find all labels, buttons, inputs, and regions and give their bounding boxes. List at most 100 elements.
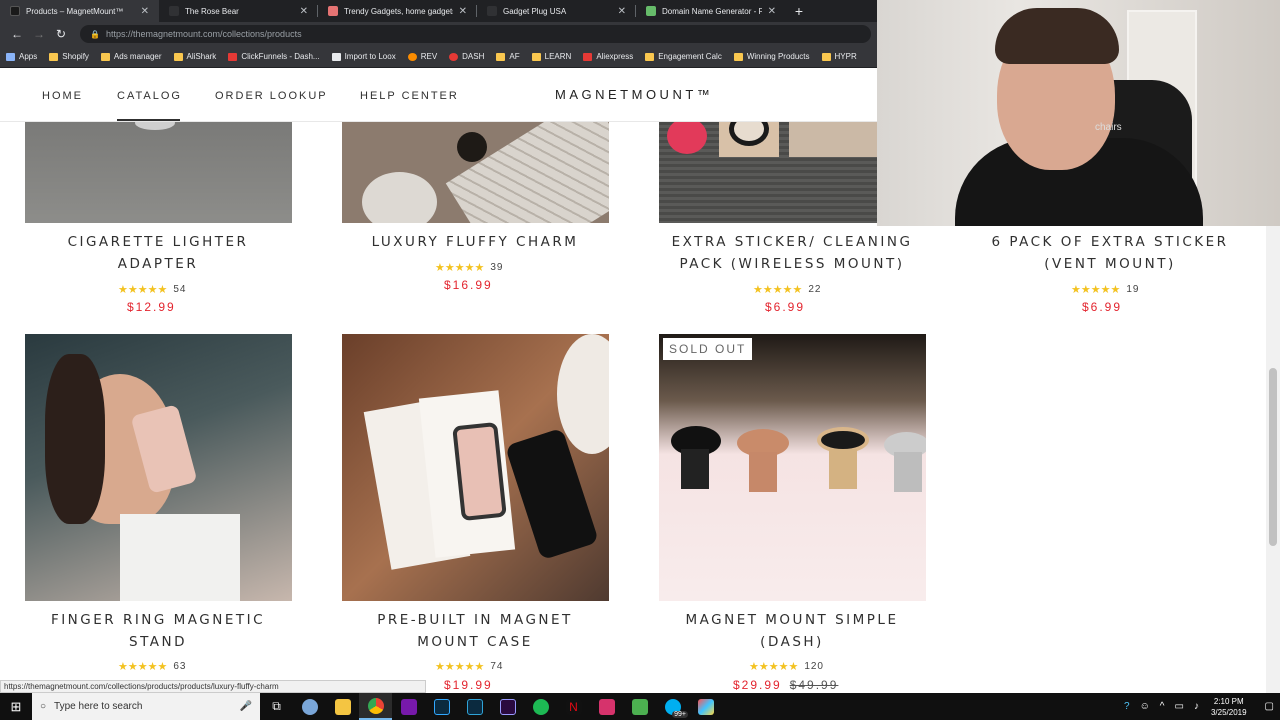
windows-start-icon[interactable]: ⊞ <box>0 693 32 720</box>
url-text: https://themagnetmount.com/collections/p… <box>105 29 302 39</box>
webcam-overlay: chairs <box>877 0 1280 226</box>
task-view-icon[interactable]: ⧉ <box>260 693 293 720</box>
netflix-icon[interactable]: N <box>557 693 590 720</box>
product-price: $16.99 <box>444 278 493 292</box>
compare-price: $49.99 <box>789 678 839 692</box>
close-icon[interactable]: ✕ <box>618 6 626 17</box>
bookmark-aliexpress[interactable]: Aliexpress <box>583 52 633 61</box>
star-rating-icon: ★★★★★ <box>753 284 803 296</box>
tab-gadget-plug[interactable]: Gadget Plug USA ✕ <box>477 0 636 22</box>
product-rating: ★★★★★ 39 <box>435 261 503 274</box>
bookmark-af[interactable]: AF <box>496 52 520 61</box>
favicon-icon <box>10 6 20 16</box>
nav-help-center[interactable]: HELP CENTER <box>360 90 459 102</box>
onenote-icon[interactable] <box>392 693 425 720</box>
bookmark-clickfunnels[interactable]: ClickFunnels - Dash... <box>228 52 320 61</box>
bookmark-hypr[interactable]: HYPR <box>821 52 857 61</box>
close-icon[interactable]: ✕ <box>768 6 776 17</box>
people-icon[interactable]: ☺ <box>1140 701 1150 712</box>
nav-order-lookup[interactable]: ORDER LOOKUP <box>215 90 328 102</box>
browser-tab-strip: Products – MagnetMount™ ✕ The Rose Bear … <box>0 0 877 22</box>
sold-out-badge: SOLD OUT <box>663 338 753 360</box>
new-tab-button[interactable]: + <box>786 0 812 22</box>
bookmarks-bar: Apps Shopify Ads manager AliShark ClickF… <box>0 46 877 68</box>
bookmark-winning-products[interactable]: Winning Products <box>733 52 810 61</box>
address-bar[interactable]: 🔒 https://themagnetmount.com/collections… <box>80 25 871 43</box>
taskbar-clock[interactable]: 2:10 PM 3/25/2019 <box>1211 696 1247 718</box>
skype-icon[interactable]: 99+ <box>656 693 689 720</box>
tab-trendy-gadgets[interactable]: Trendy Gadgets, home gadgets, I ✕ <box>318 0 477 22</box>
app-icon-1[interactable] <box>293 693 326 720</box>
volume-icon[interactable]: ♪ <box>1194 701 1199 712</box>
reload-icon[interactable]: ↻ <box>50 27 72 41</box>
bookmark-rev[interactable]: REV <box>407 52 437 61</box>
bookmark-import-loox[interactable]: Import to Loox <box>331 52 396 61</box>
favicon-icon <box>169 6 179 16</box>
taskbar-search[interactable]: ○ Type here to search 🎤 <box>32 693 260 720</box>
chrome-icon[interactable] <box>359 693 392 720</box>
network-icon[interactable]: ▭ <box>1175 701 1184 712</box>
product-title-fluffy-charm[interactable]: LUXURY FLUFFY CHARM <box>325 231 625 253</box>
microphone-icon[interactable]: 🎤 <box>240 701 252 712</box>
product-price: $29.99 $49.99 <box>733 678 838 692</box>
nav-catalog[interactable]: CATALOG <box>117 90 182 102</box>
folder-icon <box>496 52 506 61</box>
spotify-icon[interactable] <box>524 693 557 720</box>
product-title-magnet-mount-case[interactable]: PRE-BUILT IN MAGNET MOUNT CASE <box>325 609 625 653</box>
app-icon-green[interactable] <box>623 693 656 720</box>
help-icon[interactable]: ? <box>1124 701 1130 712</box>
tab-rose-bear[interactable]: The Rose Bear ✕ <box>159 0 318 22</box>
site-logo[interactable]: MAGNETMOUNT™ <box>555 87 713 102</box>
bookmark-apps[interactable]: Apps <box>6 52 37 61</box>
product-rating: ★★★★★ 19 <box>1071 283 1139 296</box>
product-price: $6.99 <box>1082 300 1123 314</box>
app-icon-colorful[interactable] <box>689 693 722 720</box>
system-tray: ? ☺ ^ ▭ ♪ 2:10 PM 3/25/2019 ▢ <box>1114 696 1280 718</box>
product-image-fluffy-charm[interactable] <box>342 122 609 223</box>
chevron-up-icon[interactable]: ^ <box>1160 701 1165 712</box>
product-title-magnet-mount-simple[interactable]: MAGNET MOUNT SIMPLE (DASH) <box>642 609 942 653</box>
notifications-icon[interactable]: ▢ <box>1265 701 1274 712</box>
tab-products[interactable]: Products – MagnetMount™ ✕ <box>0 0 159 22</box>
product-image-magnet-mount-case[interactable] <box>342 334 609 601</box>
tab-domain-generator[interactable]: Domain Name Generator - Find ✕ <box>636 0 786 22</box>
folder-icon <box>100 52 110 61</box>
lock-icon: 🔒 <box>90 29 100 39</box>
forward-arrow-icon[interactable]: → <box>28 27 50 41</box>
aliexpress-icon <box>583 52 593 61</box>
scrollbar-thumb[interactable] <box>1269 368 1277 546</box>
zoom-app-icon[interactable] <box>590 693 623 720</box>
star-rating-icon: ★★★★★ <box>118 661 168 673</box>
close-icon[interactable]: ✕ <box>459 6 467 17</box>
file-explorer-icon[interactable] <box>326 693 359 720</box>
product-image-magnet-mount-simple[interactable] <box>659 334 926 601</box>
clickfunnels-icon <box>228 52 238 61</box>
premiere-icon[interactable] <box>491 693 524 720</box>
product-title-6-pack-sticker[interactable]: 6 PACK OF EXTRA STICKER (VENT MOUNT) <box>960 231 1260 275</box>
product-rating: ★★★★★ 63 <box>118 660 186 673</box>
bookmark-engagement-calc[interactable]: Engagement Calc <box>645 52 722 61</box>
back-arrow-icon[interactable]: ← <box>6 27 28 41</box>
bookmark-dash[interactable]: DASH <box>449 52 484 61</box>
product-rating: ★★★★★ 54 <box>118 283 186 296</box>
product-title-extra-sticker[interactable]: EXTRA STICKER/ CLEANING PACK (WIRELESS MO… <box>642 231 942 275</box>
lightroom-icon[interactable] <box>458 693 491 720</box>
nav-home[interactable]: HOME <box>42 90 83 102</box>
photoshop-icon[interactable] <box>425 693 458 720</box>
product-image-extra-sticker[interactable] <box>659 122 877 223</box>
folder-icon <box>173 52 183 61</box>
product-image-cigarette-adapter[interactable] <box>25 122 292 223</box>
product-title-finger-ring-stand[interactable]: FINGER RING MAGNETIC STAND <box>8 609 308 653</box>
review-count: 39 <box>490 262 504 273</box>
bookmark-shopify[interactable]: Shopify <box>49 52 89 61</box>
bookmark-learn[interactable]: LEARN <box>531 52 571 61</box>
close-icon[interactable]: ✕ <box>141 6 149 17</box>
product-image-finger-ring-stand[interactable] <box>25 334 292 601</box>
bookmark-ads-manager[interactable]: Ads manager <box>100 52 162 61</box>
product-price: $19.99 <box>444 678 493 692</box>
close-icon[interactable]: ✕ <box>300 6 308 17</box>
bookmark-alishark[interactable]: AliShark <box>173 52 216 61</box>
star-rating-icon: ★★★★★ <box>435 262 485 274</box>
tab-title: Gadget Plug USA <box>503 6 567 16</box>
product-title-cigarette-adapter[interactable]: CIGARETTE LIGHTER ADAPTER <box>8 231 308 275</box>
